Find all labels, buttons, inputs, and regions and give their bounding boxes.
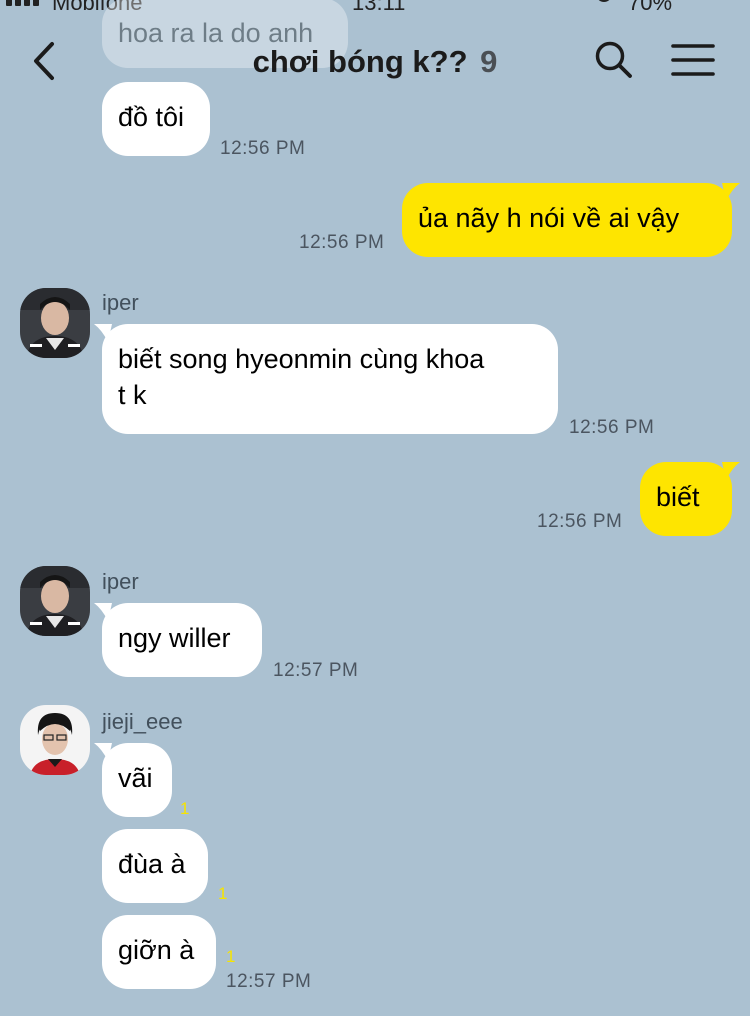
chat-title: chơi bóng k?? 9 [0,44,750,80]
profile-photo-icon [20,288,90,358]
message-timestamp: 12:56 PM [220,138,306,159]
avatar[interactable] [20,566,90,636]
sender-name: jieji_eee [102,709,183,734]
sender-name: iper [102,569,139,594]
alarm-icon [596,0,612,2]
message-bubble[interactable]: vãi [102,743,172,817]
unread-count: 1 [180,799,190,818]
hamburger-menu-icon [671,44,715,76]
message-bubble[interactable]: giỡn à [102,915,216,989]
menu-button[interactable] [670,42,716,78]
chat-header: chơi bóng k?? 9 [0,28,750,94]
bubble-tail [722,183,740,201]
bubble-tail [94,324,112,342]
avatar[interactable] [20,705,90,775]
signal-icon [6,0,39,6]
chat-name: chơi bóng k?? [252,44,468,79]
message-text: biết [656,482,700,512]
message-bubble[interactable]: ngy willer [102,603,262,677]
bubble-tail [722,462,740,480]
member-count: 9 [480,44,498,79]
message-timestamp: 12:57 PM [273,660,359,681]
message-bubble[interactable]: đồ tôi [102,82,210,156]
search-icon [595,41,632,78]
profile-photo-icon [20,705,90,775]
message-timestamp: 12:57 PM [226,971,312,992]
unread-count: 1 [218,884,228,903]
message-bubble[interactable]: biết [640,462,732,536]
message-text-line: biết song hyeonmin cùng khoa [118,344,485,374]
message-text-line: t k [118,380,147,410]
unread-count: 1 [226,947,236,966]
message-text: ngy willer [118,623,231,653]
avatar[interactable] [20,288,90,358]
message-bubble[interactable]: đùa à [102,829,208,903]
bubble-tail [94,743,112,761]
message-timestamp: 12:56 PM [569,417,655,438]
message-timestamp: 12:56 PM [537,511,623,532]
battery-percent: 70% [628,0,673,15]
message-text: đùa à [118,849,186,879]
bubble-tail [94,603,112,621]
profile-photo-icon [20,566,90,636]
message-timestamp: 12:56 PM [299,232,385,253]
message-text: đồ tôi [118,102,185,132]
message-bubble[interactable]: biết song hyeonmin cùng khoa t k [102,324,558,434]
search-button[interactable] [594,40,634,80]
message-text: giỡn à [118,935,195,965]
clock: 13:11 [352,0,406,15]
message-text: vãi [118,763,153,793]
message-bubble[interactable]: ủa nãy h nói về ai vậy [402,183,732,257]
message-text: ủa nãy h nói về ai vậy [418,203,680,233]
sender-name: iper [102,290,139,315]
